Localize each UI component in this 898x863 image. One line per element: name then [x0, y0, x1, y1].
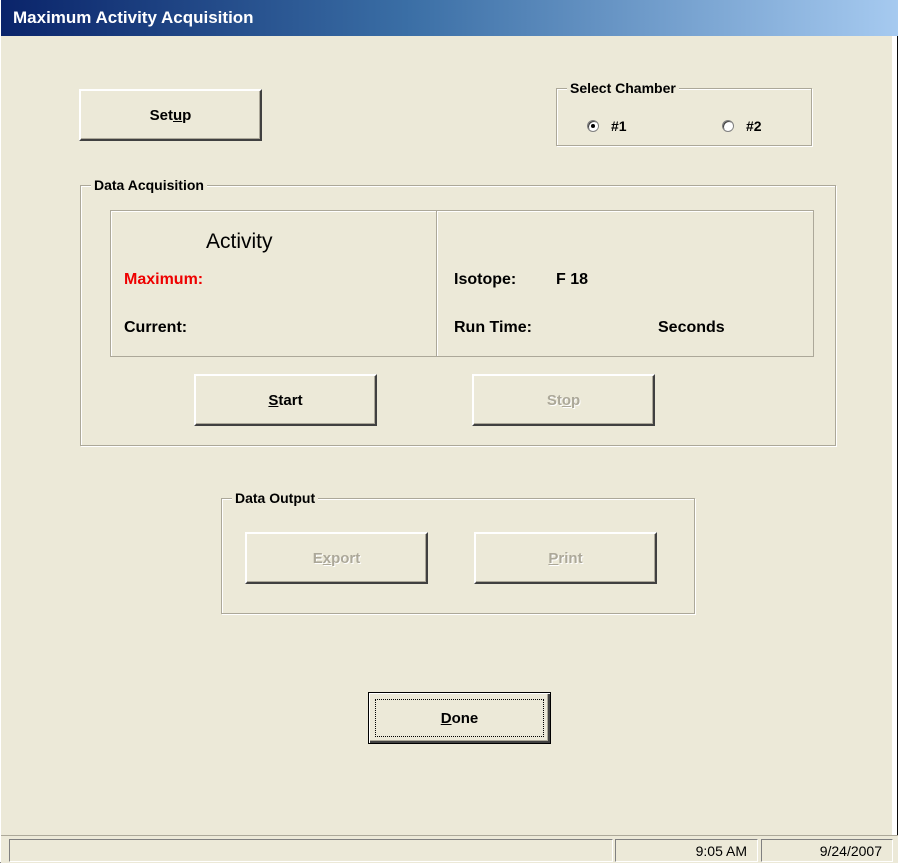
print-button[interactable]: Print	[474, 532, 657, 584]
export-button-label: Export	[312, 549, 361, 567]
isotope-value: F 18	[556, 271, 589, 288]
chamber-2-radio-indicator	[722, 120, 734, 132]
isotope-label: Isotope:	[454, 271, 517, 288]
chamber-1-label: #1	[611, 118, 627, 134]
stop-button[interactable]: Stop	[472, 374, 655, 426]
activity-panel: Activity Maximum: Current: Isotope: F 18…	[110, 210, 814, 357]
status-time: 9:05 AM	[695, 842, 747, 859]
done-button-label: Done	[440, 709, 479, 727]
data-output-group: Data Output Export Print	[221, 489, 695, 614]
chamber-2-radio[interactable]: #2	[722, 118, 762, 134]
start-button[interactable]: Start	[194, 374, 377, 426]
select-chamber-group: Select Chamber #1 #2	[556, 79, 812, 146]
status-bar: 9:05 AM 9/24/2007	[1, 835, 898, 863]
panel-divider	[436, 211, 437, 356]
status-date-pane: 9/24/2007	[761, 839, 893, 862]
setup-button-label: Setup	[149, 106, 192, 124]
run-time-label: Run Time:	[454, 319, 532, 336]
done-focus-ring	[375, 699, 544, 737]
setup-button[interactable]: Setup	[79, 89, 262, 141]
start-button-label: Start	[268, 391, 303, 409]
chamber-2-label: #2	[746, 118, 762, 134]
activity-heading: Activity	[206, 230, 273, 253]
window-right-edge	[892, 36, 897, 863]
status-time-pane: 9:05 AM	[615, 839, 758, 862]
data-acquisition-group: Data Acquisition Activity Maximum: Curre…	[80, 176, 836, 446]
status-date: 9/24/2007	[819, 842, 882, 859]
current-label: Current:	[124, 319, 188, 336]
done-button[interactable]: Done	[368, 692, 551, 744]
data-output-label: Data Output	[232, 489, 319, 507]
data-acquisition-label: Data Acquisition	[91, 176, 207, 194]
main-window: Maximum Activity Acquisition Setup Selec…	[0, 0, 898, 863]
window-title: Maximum Activity Acquisition	[13, 8, 254, 27]
stop-button-label: Stop	[546, 391, 581, 409]
title-bar[interactable]: Maximum Activity Acquisition	[1, 0, 898, 36]
maximum-label: Maximum:	[124, 271, 204, 288]
chamber-1-radio[interactable]: #1	[587, 118, 627, 134]
run-time-unit: Seconds	[658, 319, 725, 336]
chamber-1-radio-indicator	[587, 120, 599, 132]
export-button[interactable]: Export	[245, 532, 428, 584]
status-message-pane	[9, 839, 613, 862]
print-button-label: Print	[548, 549, 583, 567]
select-chamber-label: Select Chamber	[567, 79, 679, 97]
